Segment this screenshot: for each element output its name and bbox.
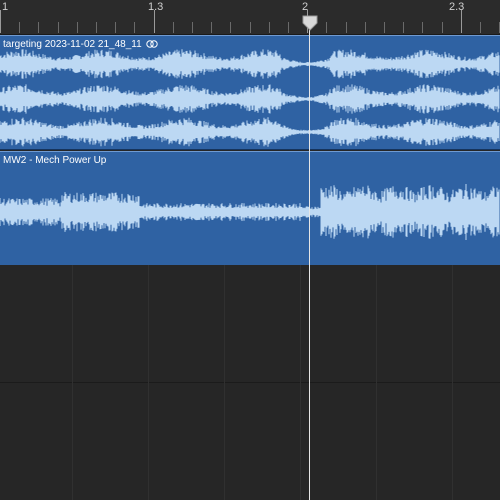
ruler-major-tick [461, 10, 462, 33]
ruler-major-tick [0, 10, 1, 33]
ruler-minor-tick [211, 22, 212, 33]
ruler-minor-tick [192, 22, 193, 33]
loop-icon [145, 40, 158, 49]
ruler-minor-tick [250, 22, 251, 33]
ruler-minor-tick [38, 22, 39, 33]
waveform-mono [0, 184, 500, 240]
region-title-row: MW2 - Mech Power Up [3, 155, 106, 167]
region-title-row: targeting 2023-11-02 21_48_11 [3, 39, 158, 51]
ruler-minor-tick [173, 22, 174, 33]
ruler-minor-tick [346, 22, 347, 33]
ruler-minor-tick [77, 22, 78, 33]
timeline-ruler[interactable]: 1 1.3 2 2.3 [0, 0, 500, 35]
region-name: targeting 2023-11-02 21_48_11 [3, 39, 142, 50]
empty-track-lane[interactable] [0, 383, 500, 500]
ruler-minor-tick [384, 22, 385, 33]
gridline [452, 265, 453, 500]
audio-region-targeting[interactable]: targeting 2023-11-02 21_48_11 [0, 35, 500, 150]
ruler-minor-tick [230, 22, 231, 33]
audio-region-mw2[interactable]: MW2 - Mech Power Up [0, 151, 500, 266]
ruler-minor-tick [58, 22, 59, 33]
ruler-minor-tick [442, 22, 443, 33]
waveform-channel [0, 184, 500, 240]
region-name: MW2 - Mech Power Up [3, 155, 107, 166]
playhead-line[interactable] [309, 26, 310, 500]
playhead-handle-icon[interactable] [302, 15, 318, 31]
ruler-minor-tick [134, 22, 135, 33]
ruler-label-bar-1-3: 1.3 [148, 1, 164, 13]
ruler-minor-tick [269, 22, 270, 33]
gridline [300, 265, 301, 500]
ruler-minor-tick [96, 22, 97, 33]
ruler-major-tick [154, 10, 155, 33]
ruler-minor-tick [365, 22, 366, 33]
gridline [72, 265, 73, 500]
waveform-stereo [0, 49, 500, 147]
ruler-minor-tick [288, 22, 289, 33]
gridline [376, 265, 377, 500]
ruler-minor-tick [403, 22, 404, 33]
ruler-minor-tick [19, 22, 20, 33]
waveform-channel [0, 84, 500, 114]
ruler-minor-tick [115, 22, 116, 33]
waveform-channel [0, 49, 500, 79]
ruler-minor-tick [326, 22, 327, 33]
ruler-label-bar-1: 1 [2, 1, 9, 13]
gridline [148, 265, 149, 500]
waveform-channel [0, 117, 500, 147]
gridline [224, 265, 225, 500]
ruler-minor-tick [480, 22, 481, 33]
empty-track-lane[interactable] [0, 265, 500, 383]
ruler-minor-tick [422, 22, 423, 33]
ruler-label-bar-2-3: 2.3 [449, 1, 465, 13]
